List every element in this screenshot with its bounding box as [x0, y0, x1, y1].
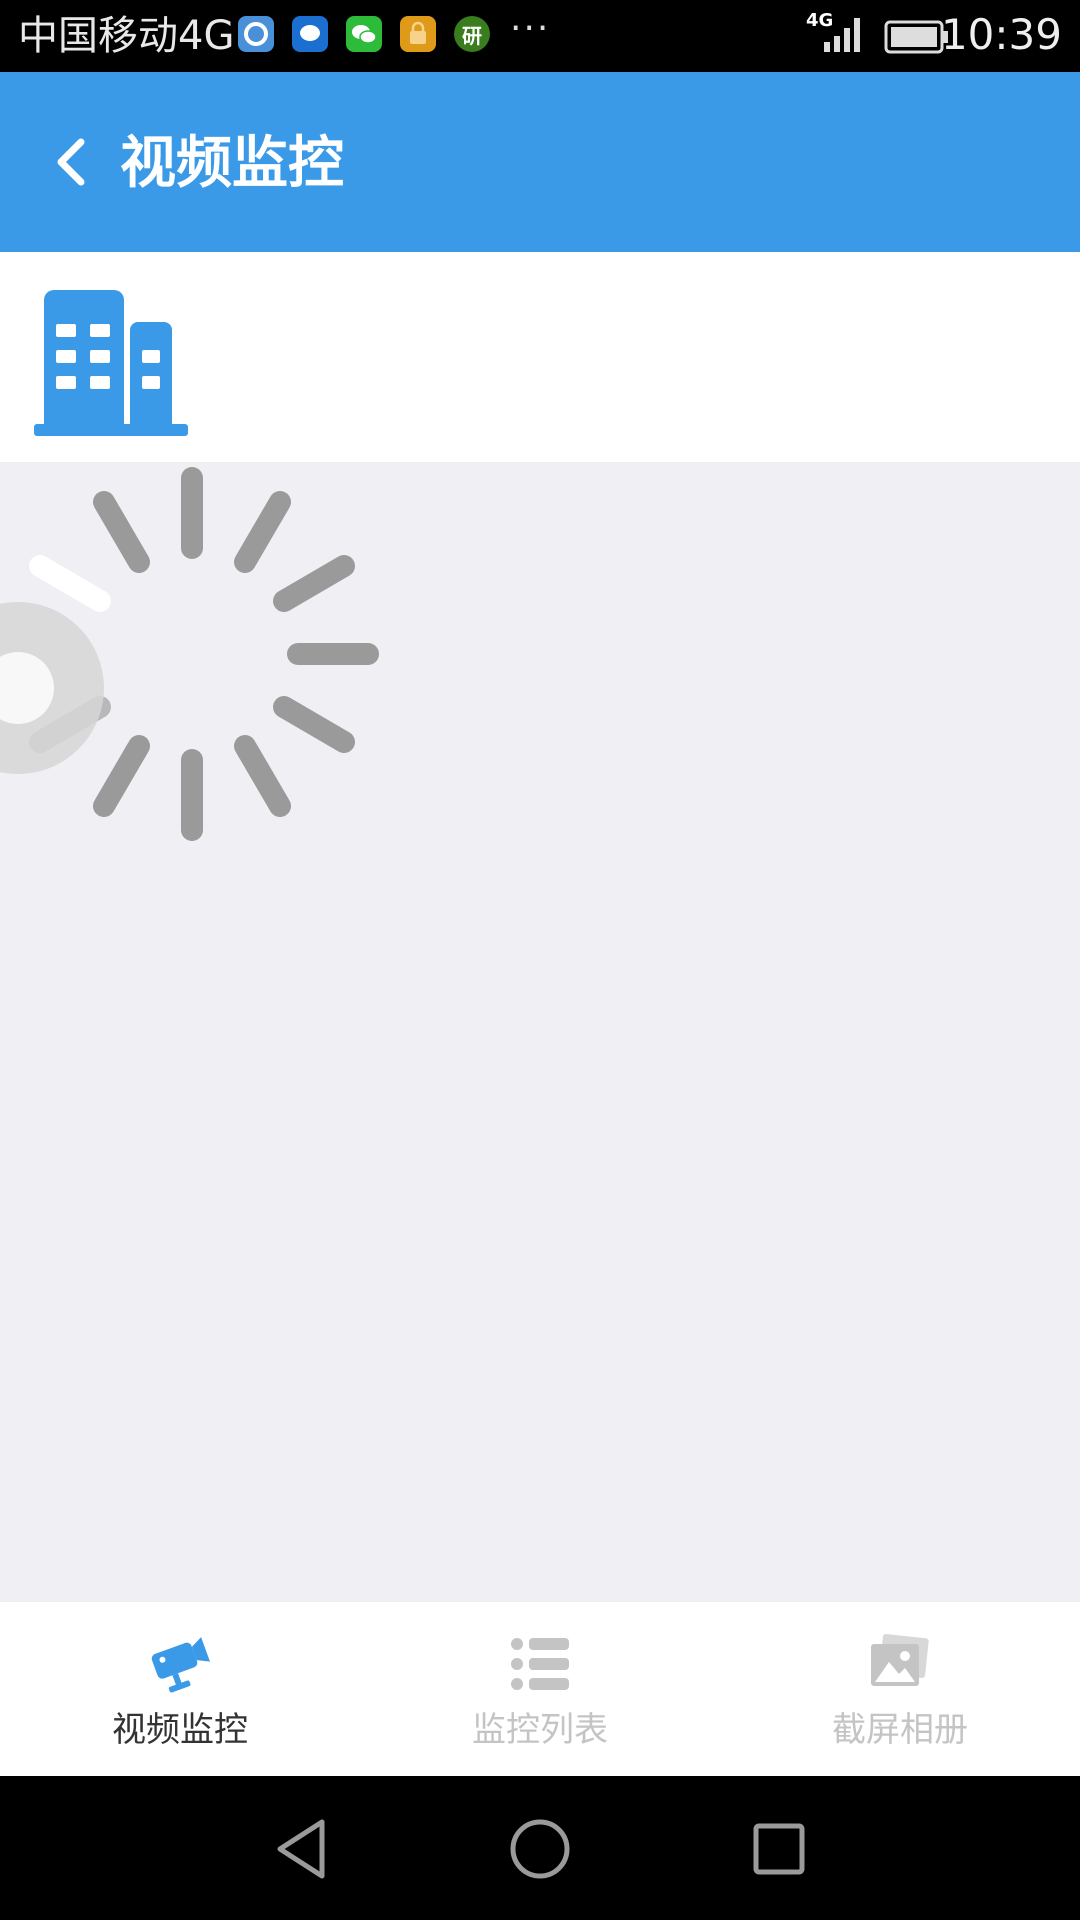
video-content-area: [0, 462, 1080, 1602]
tab-monitor-list[interactable]: 监控列表: [360, 1602, 720, 1776]
tab-video-monitor[interactable]: 视频监控: [0, 1602, 360, 1776]
tab-label: 视频监控: [112, 1710, 248, 1750]
list-icon: [511, 1638, 569, 1690]
more-notifications: ···: [510, 8, 551, 49]
nav-back-icon[interactable]: [266, 1814, 336, 1884]
app-header: 视频监控: [0, 72, 1080, 252]
camera-icon: [151, 1637, 210, 1693]
clock: 10:39: [940, 10, 1062, 59]
qq-browser-icon: [238, 16, 274, 52]
nav-home-icon[interactable]: [505, 1814, 575, 1884]
yan-app-icon: 研: [454, 16, 490, 52]
page-title: 视频监控: [120, 131, 344, 196]
bottom-tab-bar: 视频监控 监控列表 截屏相册: [0, 1602, 1080, 1776]
signal-icon: [824, 18, 860, 52]
gallery-icon: [871, 1634, 929, 1686]
tab-label: 截屏相册: [832, 1710, 968, 1750]
chat-bubble-icon: [292, 16, 328, 52]
status-bar: 中国移动4G 研 ··· 4G 10:39: [0, 0, 1080, 72]
back-button[interactable]: [36, 122, 106, 202]
building-icon: [34, 290, 188, 436]
spinner-icon: [0, 467, 379, 841]
nav-recents-icon[interactable]: [744, 1814, 814, 1884]
wechat-icon: [346, 16, 382, 52]
system-nav-bar: [0, 1776, 1080, 1920]
chevron-left-icon: [57, 138, 85, 186]
lock-app-icon: [400, 16, 436, 52]
site-row[interactable]: [0, 252, 1080, 462]
yan-app-glyph: 研: [462, 23, 482, 48]
carrier-label: 中国移动4G: [18, 13, 235, 59]
tab-label: 监控列表: [472, 1710, 608, 1750]
tab-screenshot-gallery[interactable]: 截屏相册: [720, 1602, 1080, 1776]
